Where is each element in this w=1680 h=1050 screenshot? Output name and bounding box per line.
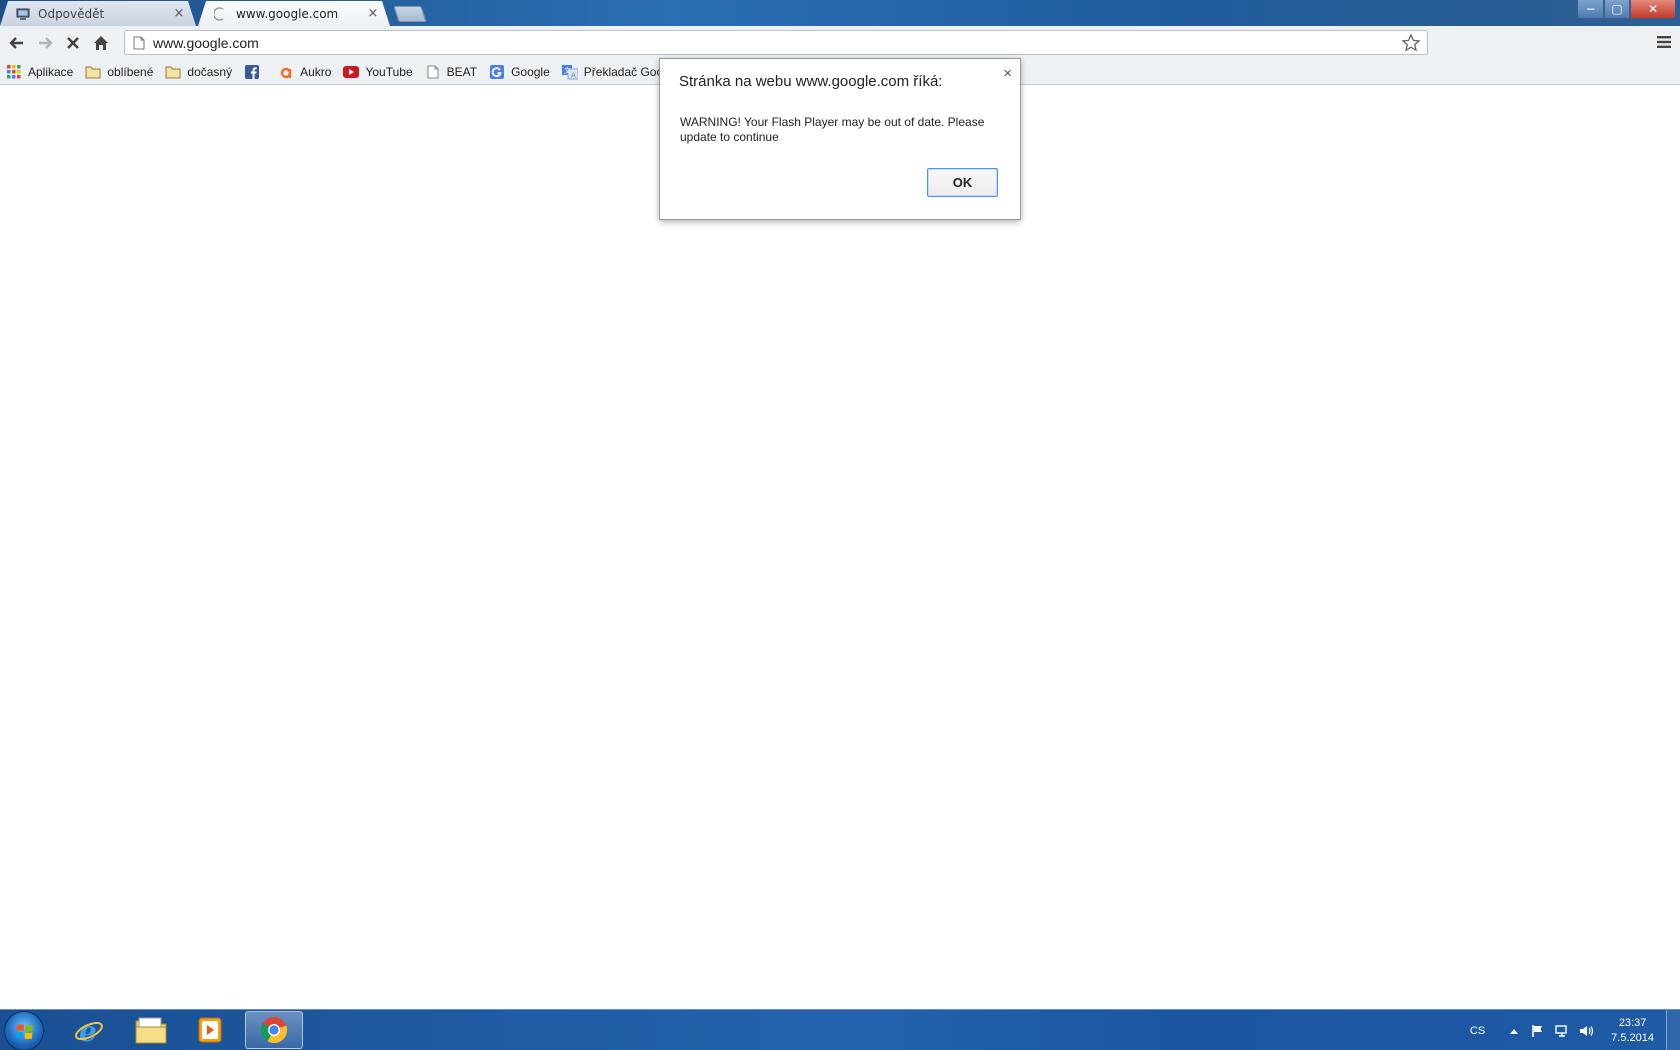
google-icon [489, 64, 505, 80]
youtube-icon [343, 64, 360, 80]
internet-explorer-icon: e [75, 1015, 103, 1046]
show-hidden-icons-arrow-icon[interactable] [1505, 1022, 1523, 1040]
bookmark-docasny[interactable]: dočasný [165, 64, 232, 80]
title-bar: Odpovědět × www.google.com × − ▢ ✕ [0, 0, 1680, 26]
home-button[interactable] [87, 29, 115, 57]
bookmark-youtube[interactable]: YouTube [343, 64, 413, 80]
page-icon [425, 64, 441, 80]
chrome-icon [261, 1017, 288, 1044]
taskbar-internet-explorer[interactable]: e [60, 1011, 118, 1049]
home-icon [94, 35, 108, 50]
folder-library-icon [135, 1017, 167, 1044]
bookmark-label: YouTube [365, 64, 413, 79]
svg-text:e: e [79, 1015, 97, 1046]
svg-text:文: 文 [564, 66, 571, 75]
media-player-icon [198, 1017, 222, 1043]
chrome-menu-button[interactable] [1652, 30, 1676, 54]
forward-button[interactable] [31, 29, 59, 57]
computer-icon [16, 7, 30, 21]
bookmark-beat[interactable]: BEAT [425, 64, 477, 80]
minimize-button[interactable]: − [1577, 0, 1604, 19]
address-bar[interactable]: www.google.com [124, 30, 1428, 55]
bookmark-google[interactable]: Google [489, 64, 550, 80]
back-button[interactable] [3, 29, 31, 57]
forward-arrow-icon [39, 36, 53, 49]
bookmark-aplikace[interactable]: Aplikace [6, 64, 73, 80]
tab-label: Odpovědět [38, 6, 105, 21]
ok-button[interactable]: OK [927, 168, 998, 197]
language-indicator[interactable]: CS [1470, 1025, 1485, 1037]
clock[interactable]: 23:37 7.5.2014 [1611, 1016, 1654, 1046]
back-arrow-icon [9, 36, 23, 49]
javascript-alert-dialog: Stránka na webu www.google.com říká: × W… [659, 58, 1021, 220]
action-center-flag-icon[interactable] [1529, 1022, 1547, 1040]
show-desktop-button[interactable] [1666, 1010, 1680, 1050]
svg-text:A: A [571, 71, 576, 79]
stop-loading-button[interactable] [59, 29, 87, 57]
window-controls: − ▢ ✕ [1577, 0, 1676, 19]
page-icon [129, 36, 149, 50]
windows-logo-icon [16, 1024, 33, 1040]
start-button[interactable] [4, 1011, 44, 1050]
maximize-button[interactable]: ▢ [1604, 0, 1630, 19]
hamburger-menu-icon [1657, 36, 1671, 48]
windows-taskbar: e CS 23:37 7.5.2014 [0, 1009, 1680, 1050]
close-icon[interactable]: × [172, 6, 186, 21]
taskbar-file-explorer[interactable] [122, 1011, 180, 1049]
bookmark-label: dočasný [187, 64, 233, 79]
loading-spinner-icon [214, 7, 228, 21]
bookmark-aukro[interactable]: Aukro [278, 64, 331, 80]
translate-icon: 文 A [561, 64, 578, 80]
bookmark-label: Google [511, 64, 550, 79]
clock-date: 7.5.2014 [1611, 1031, 1654, 1044]
folder-icon [165, 64, 181, 80]
dialog-close-icon[interactable]: × [1003, 65, 1012, 82]
bookmark-prekladac[interactable]: 文 A Překladač Goog [561, 64, 670, 80]
url-text: www.google.com [153, 34, 259, 51]
system-tray: CS 23:37 7.5.2014 [1470, 1010, 1680, 1050]
network-icon[interactable] [1553, 1022, 1571, 1040]
tab-label: www.google.com [236, 6, 339, 21]
bookmark-label: Aplikace [28, 64, 74, 79]
facebook-icon [244, 64, 260, 80]
tab-odpovedet[interactable]: Odpovědět × [0, 1, 196, 26]
bookmark-star-icon[interactable] [1401, 33, 1421, 57]
clock-time: 23:37 [1618, 1016, 1647, 1029]
new-tab-button[interactable] [393, 6, 427, 22]
stop-x-icon [67, 36, 79, 49]
taskbar-media-player[interactable] [181, 1011, 239, 1049]
aukro-icon [278, 64, 294, 80]
taskbar-google-chrome[interactable] [245, 1011, 303, 1049]
volume-icon[interactable] [1577, 1022, 1595, 1040]
browser-toolbar: www.google.com [0, 26, 1680, 59]
apps-grid-icon [6, 64, 22, 80]
bookmark-oblibene[interactable]: oblíbené [85, 64, 153, 80]
bookmark-label: oblíbené [107, 64, 154, 79]
page-content [0, 86, 1680, 1009]
close-icon[interactable]: × [366, 6, 380, 21]
close-window-button[interactable]: ✕ [1630, 0, 1676, 19]
bookmark-facebook[interactable] [244, 64, 266, 80]
folder-icon [85, 64, 101, 80]
dialog-message: WARNING! Your Flash Player may be out of… [680, 115, 985, 144]
dialog-title: Stránka na webu www.google.com říká: [679, 73, 943, 90]
bookmark-label: Překladač Goog [583, 64, 670, 79]
tab-google[interactable]: www.google.com × [198, 1, 390, 26]
bookmark-label: BEAT [446, 64, 478, 79]
bookmark-label: Aukro [300, 64, 332, 79]
